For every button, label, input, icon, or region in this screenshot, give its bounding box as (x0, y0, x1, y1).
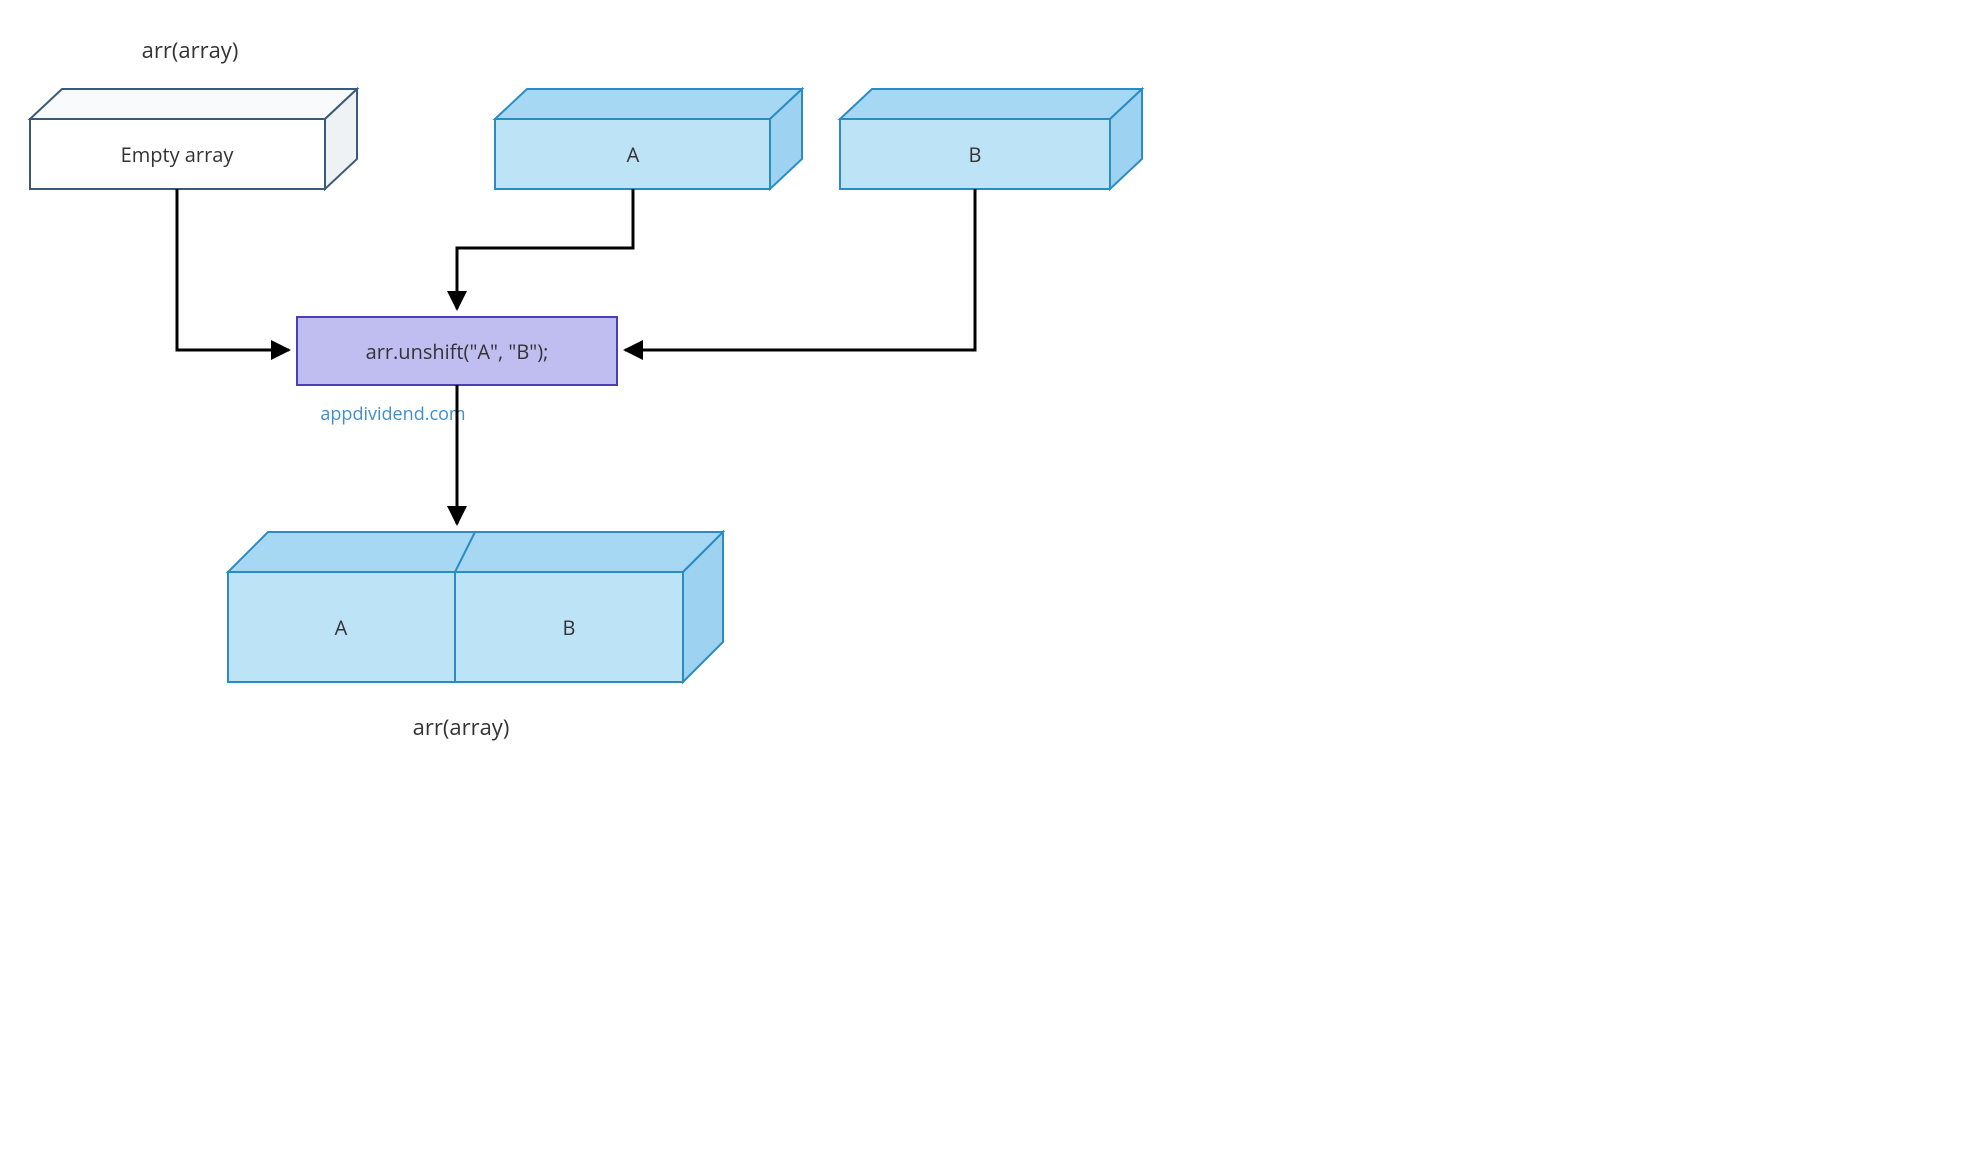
empty-array-label: Empty array (121, 141, 235, 168)
empty-array-box: Empty array (30, 89, 357, 189)
result-array-box: A B (228, 532, 723, 682)
result-b-label: B (563, 614, 576, 641)
operation-box: arr.unshift("A", "B"); (297, 317, 617, 385)
input-b-top-face (840, 89, 1142, 119)
empty-array-top-face (30, 89, 357, 119)
arrow-empty-to-op (177, 189, 289, 350)
arrow-a-to-op (457, 189, 633, 309)
watermark-text: appdividend.com (320, 402, 465, 426)
input-a-box: A (495, 89, 802, 189)
operation-label: arr.unshift("A", "B"); (366, 338, 549, 365)
title-bottom: arr(array) (413, 712, 510, 742)
result-a-label: A (335, 614, 348, 641)
diagram-canvas: arr(array) Empty array A B arr.unshift("… (0, 0, 1480, 863)
arrow-b-to-op (625, 189, 975, 350)
input-b-box: B (840, 89, 1142, 189)
title-top: arr(array) (142, 35, 239, 65)
input-a-top-face (495, 89, 802, 119)
result-top-face (228, 532, 723, 572)
input-b-label: B (969, 141, 982, 168)
input-a-label: A (627, 141, 640, 168)
